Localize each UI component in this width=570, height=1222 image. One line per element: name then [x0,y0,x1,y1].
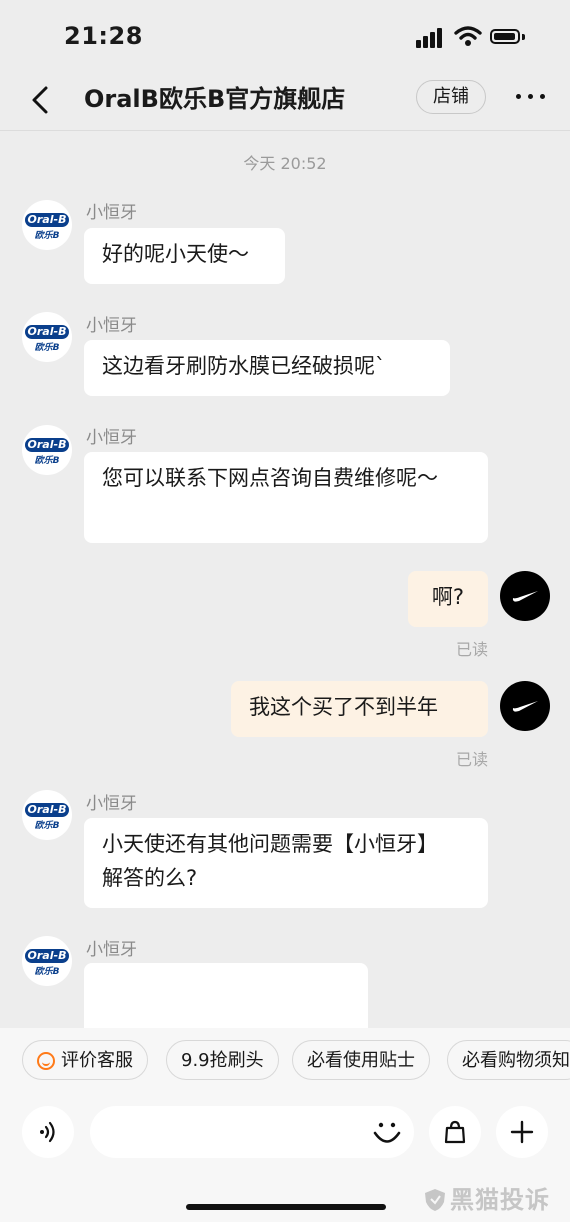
status-time: 21:28 [64,22,143,50]
message-bubble[interactable]: 您可以联系下网点咨询自费维修呢～ [84,452,488,543]
nav-bar: OralB欧乐B官方旗舰店 店铺 [0,72,570,131]
battery-icon [490,29,520,44]
home-indicator[interactable] [186,1204,386,1210]
sender-name: 小恒牙 [86,316,137,336]
chip-label: 必看使用贴士 [307,1050,415,1071]
quick-reply-chip[interactable]: 评价客服 [22,1040,148,1080]
user-avatar[interactable] [500,681,550,731]
voice-icon [40,1121,55,1143]
battery-tip [522,34,525,40]
user-avatar[interactable] [500,571,550,621]
brand-logo-text: Oral-B [25,325,69,339]
shop-bag-button[interactable] [429,1106,481,1158]
read-status: 已读 [455,640,488,659]
shopping-bag-icon [444,1120,466,1144]
shop-avatar[interactable]: Oral-B 欧乐B [22,200,72,250]
brand-logo-sub: 欧乐B [34,967,60,977]
shield-logo-icon [425,1189,445,1211]
more-dots-icon[interactable] [516,94,548,102]
smile-icon [37,1052,55,1070]
signal-icon [416,28,446,48]
message-input[interactable] [90,1106,414,1158]
message-bubble[interactable]: 这边看牙刷防水膜已经破损呢` [84,340,450,396]
read-status: 已读 [455,750,488,769]
sender-name: 小恒牙 [86,794,137,814]
chat-timestamp: 今天 20:52 [243,154,327,173]
watermark: 黑猫投诉 [424,1180,550,1215]
quick-reply-bar: 评价客服 9.9抢刷头 必看使用贴士 必看购物须知 [0,1028,570,1100]
my-message-bubble[interactable]: 啊? [408,571,488,627]
chip-label: 必看购物须知 [462,1050,570,1071]
emoji-icon[interactable] [370,1116,404,1150]
sender-name: 小恒牙 [86,203,137,223]
voice-button[interactable] [22,1106,74,1158]
shop-avatar[interactable]: Oral-B 欧乐B [22,425,72,475]
page-title: OralB欧乐B官方旗舰店 [84,85,346,113]
message-bubble[interactable]: 好的呢小天使～ [84,228,285,284]
brand-logo-sub: 欧乐B [34,821,60,831]
shop-avatar[interactable]: Oral-B 欧乐B [22,790,72,840]
brand-logo-text: Oral-B [25,213,69,227]
swoosh-icon [512,701,538,712]
input-bar: 黑猫投诉 [0,1100,570,1222]
quick-reply-chip[interactable]: 9.9抢刷头 [166,1040,279,1080]
brand-logo-sub: 欧乐B [34,456,60,466]
brand-logo-text: Oral-B [25,949,69,963]
shop-avatar[interactable]: Oral-B 欧乐B [22,936,72,986]
chip-label: 评价客服 [61,1050,133,1071]
plus-icon [510,1120,534,1144]
message-bubble[interactable]: 小天使还有其他问题需要【小恒牙】解答的么? [84,818,488,908]
shop-button[interactable]: 店铺 [416,80,486,114]
sender-name: 小恒牙 [86,428,137,448]
chevron-left-icon[interactable] [26,82,56,118]
add-button[interactable] [496,1106,548,1158]
message-card[interactable] [84,963,368,1029]
brand-logo-sub: 欧乐B [34,231,60,241]
quick-reply-chip[interactable]: 必看购物须知 [447,1040,570,1080]
status-bar: 21:28 [0,0,570,72]
shop-avatar[interactable]: Oral-B 欧乐B [22,312,72,362]
brand-logo-text: Oral-B [25,803,69,817]
wifi-icon [454,26,482,46]
sender-name: 小恒牙 [86,940,137,960]
brand-logo-text: Oral-B [25,438,69,452]
quick-reply-chip[interactable]: 必看使用贴士 [292,1040,430,1080]
brand-logo-sub: 欧乐B [34,343,60,353]
swoosh-icon [512,591,538,602]
my-message-bubble[interactable]: 我这个买了不到半年 [231,681,488,737]
watermark-text: 黑猫投诉 [450,1186,550,1214]
chip-label: 9.9抢刷头 [181,1050,264,1071]
